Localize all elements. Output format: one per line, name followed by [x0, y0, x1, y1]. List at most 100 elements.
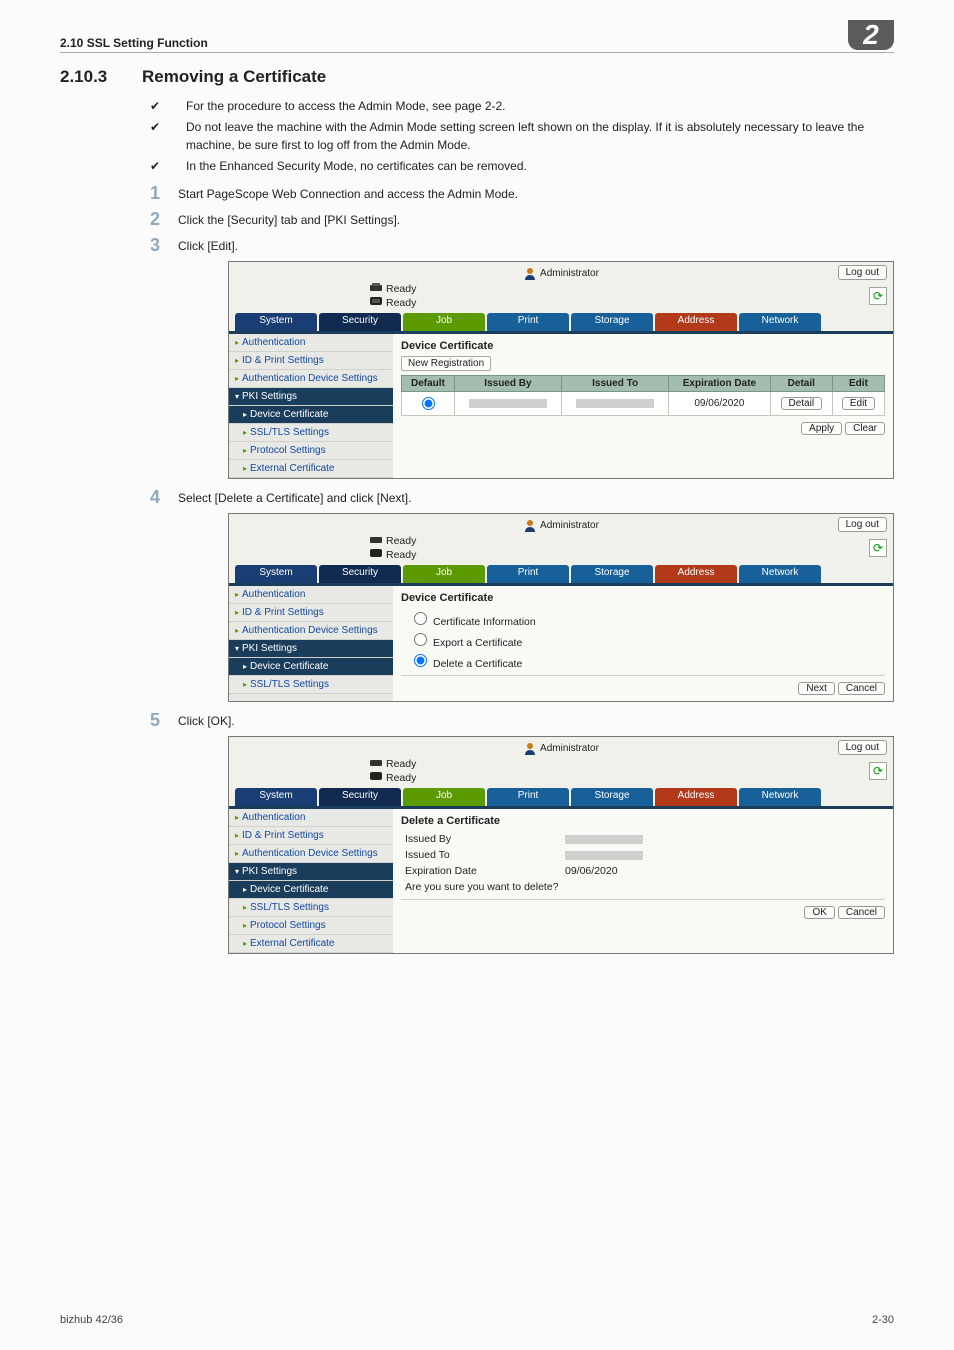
step-number: 5: [150, 712, 178, 728]
next-button[interactable]: Next: [798, 682, 835, 695]
ready-status: Ready: [386, 535, 416, 547]
note-item: In the Enhanced Security Mode, no certif…: [168, 157, 894, 176]
footer-right: 2-30: [872, 1314, 894, 1326]
tab-storage[interactable]: Storage: [571, 313, 653, 331]
confirm-text: Are you sure you want to delete?: [405, 881, 559, 893]
tab-network[interactable]: Network: [739, 788, 821, 806]
tab-job[interactable]: Job: [403, 565, 485, 583]
sidebar-item-protocol[interactable]: Protocol Settings: [229, 917, 393, 935]
sidebar-item-devicecert[interactable]: Device Certificate: [229, 658, 393, 676]
logout-button[interactable]: Log out: [838, 265, 887, 280]
tab-address[interactable]: Address: [655, 313, 737, 331]
sidebar-item-authentication[interactable]: Authentication: [229, 334, 393, 352]
step-text: Start PageScope Web Connection and acces…: [178, 185, 518, 201]
clear-button[interactable]: Clear: [845, 422, 885, 435]
sidebar-item-authdevice[interactable]: Authentication Device Settings: [229, 622, 393, 640]
tab-system[interactable]: System: [235, 313, 317, 331]
tab-storage[interactable]: Storage: [571, 565, 653, 583]
sidebar-item-ssl[interactable]: SSL/TLS Settings: [229, 676, 393, 694]
cancel-button[interactable]: Cancel: [838, 906, 885, 919]
header-crumb: 2.10 SSL Setting Function: [60, 36, 208, 50]
opt-cert-info[interactable]: Certificate Information: [401, 608, 885, 629]
radio-export[interactable]: [414, 633, 427, 646]
sidebar-item-authdevice[interactable]: Authentication Device Settings: [229, 845, 393, 863]
sidebar-item-idprint[interactable]: ID & Print Settings: [229, 604, 393, 622]
tab-bar: System Security Job Print Storage Addres…: [229, 565, 893, 585]
radio-delete[interactable]: [414, 654, 427, 667]
sidebar-item-protocol[interactable]: Protocol Settings: [229, 442, 393, 460]
admin-label: Administrator: [523, 266, 599, 280]
step-text: Click [OK].: [178, 712, 235, 728]
ready-status: Ready: [386, 283, 416, 295]
step-2: 2 Click the [Security] tab and [PKI Sett…: [150, 211, 894, 227]
tab-print[interactable]: Print: [487, 788, 569, 806]
tab-storage[interactable]: Storage: [571, 788, 653, 806]
tab-print[interactable]: Print: [487, 313, 569, 331]
apply-button[interactable]: Apply: [801, 422, 842, 435]
printer-icon: [369, 534, 383, 547]
tab-security[interactable]: Security: [319, 788, 401, 806]
radio-cert-info[interactable]: [414, 612, 427, 625]
logout-button[interactable]: Log out: [838, 740, 887, 755]
admin-label-text: Administrator: [540, 743, 599, 754]
tab-network[interactable]: Network: [739, 565, 821, 583]
tab-network[interactable]: Network: [739, 313, 821, 331]
sidebar-item-pki[interactable]: PKI Settings: [229, 640, 393, 658]
refresh-button[interactable]: ⟳: [869, 762, 887, 780]
scanner-icon: [369, 548, 383, 561]
tab-security[interactable]: Security: [319, 565, 401, 583]
step-5: 5 Click [OK].: [150, 712, 894, 728]
refresh-button[interactable]: ⟳: [869, 539, 887, 557]
console-screenshot-2: Administrator Log out Ready Ready: [228, 513, 894, 702]
sidebar-item-pki[interactable]: PKI Settings: [229, 388, 393, 406]
tab-job[interactable]: Job: [403, 788, 485, 806]
sidebar-item-authentication[interactable]: Authentication: [229, 809, 393, 827]
tab-system[interactable]: System: [235, 788, 317, 806]
tab-address[interactable]: Address: [655, 788, 737, 806]
cancel-button[interactable]: Cancel: [838, 682, 885, 695]
section-heading: 2.10.3 Removing a Certificate: [60, 67, 894, 87]
tab-bar: System Security Job Print Storage Addres…: [229, 788, 893, 808]
opt-export[interactable]: Export a Certificate: [401, 629, 885, 650]
certificate-table: Default Issued By Issued To Expiration D…: [401, 375, 885, 416]
detail-button[interactable]: Detail: [781, 397, 823, 410]
step-number: 3: [150, 237, 178, 253]
page-footer: bizhub 42/36 2-30: [60, 1314, 894, 1326]
edit-button[interactable]: Edit: [842, 397, 875, 410]
sidebar-item-authentication[interactable]: Authentication: [229, 586, 393, 604]
sidebar-item-ssl[interactable]: SSL/TLS Settings: [229, 424, 393, 442]
refresh-button[interactable]: ⟳: [869, 287, 887, 305]
main-panel: Device Certificate New Registration Defa…: [393, 334, 893, 478]
sidebar-item-ssl[interactable]: SSL/TLS Settings: [229, 899, 393, 917]
step-number: 4: [150, 489, 178, 505]
th-expiration: Expiration Date: [669, 376, 770, 392]
sidebar-item-extcert[interactable]: External Certificate: [229, 935, 393, 953]
new-registration-button[interactable]: New Registration: [401, 356, 491, 371]
tab-job[interactable]: Job: [403, 313, 485, 331]
admin-icon: [523, 741, 537, 755]
sidebar-item-idprint[interactable]: ID & Print Settings: [229, 827, 393, 845]
sidebar-item-idprint[interactable]: ID & Print Settings: [229, 352, 393, 370]
sidebar-item-devicecert[interactable]: Device Certificate: [229, 881, 393, 899]
logout-button[interactable]: Log out: [838, 517, 887, 532]
tab-security[interactable]: Security: [319, 313, 401, 331]
printer-icon: [369, 757, 383, 770]
opt-delete[interactable]: Delete a Certificate: [401, 650, 885, 671]
tab-print[interactable]: Print: [487, 565, 569, 583]
sidebar-item-extcert[interactable]: External Certificate: [229, 460, 393, 478]
default-radio[interactable]: [422, 397, 435, 410]
sidebar-item-authdevice[interactable]: Authentication Device Settings: [229, 370, 393, 388]
ready-status: Ready: [386, 758, 416, 770]
tab-address[interactable]: Address: [655, 565, 737, 583]
note-item: For the procedure to access the Admin Mo…: [168, 97, 894, 116]
th-issued-to: Issued To: [562, 376, 669, 392]
redacted-value: [576, 399, 654, 408]
step-1: 1 Start PageScope Web Connection and acc…: [150, 185, 894, 201]
row-confirm: Are you sure you want to delete?: [401, 879, 885, 895]
sidebar-item-pki[interactable]: PKI Settings: [229, 863, 393, 881]
ok-button[interactable]: OK: [804, 906, 834, 919]
sidebar-item-devicecert[interactable]: Device Certificate: [229, 406, 393, 424]
row-expiration: Expiration Date 09/06/2020: [401, 863, 885, 879]
section-number: 2.10.3: [60, 67, 107, 87]
tab-system[interactable]: System: [235, 565, 317, 583]
